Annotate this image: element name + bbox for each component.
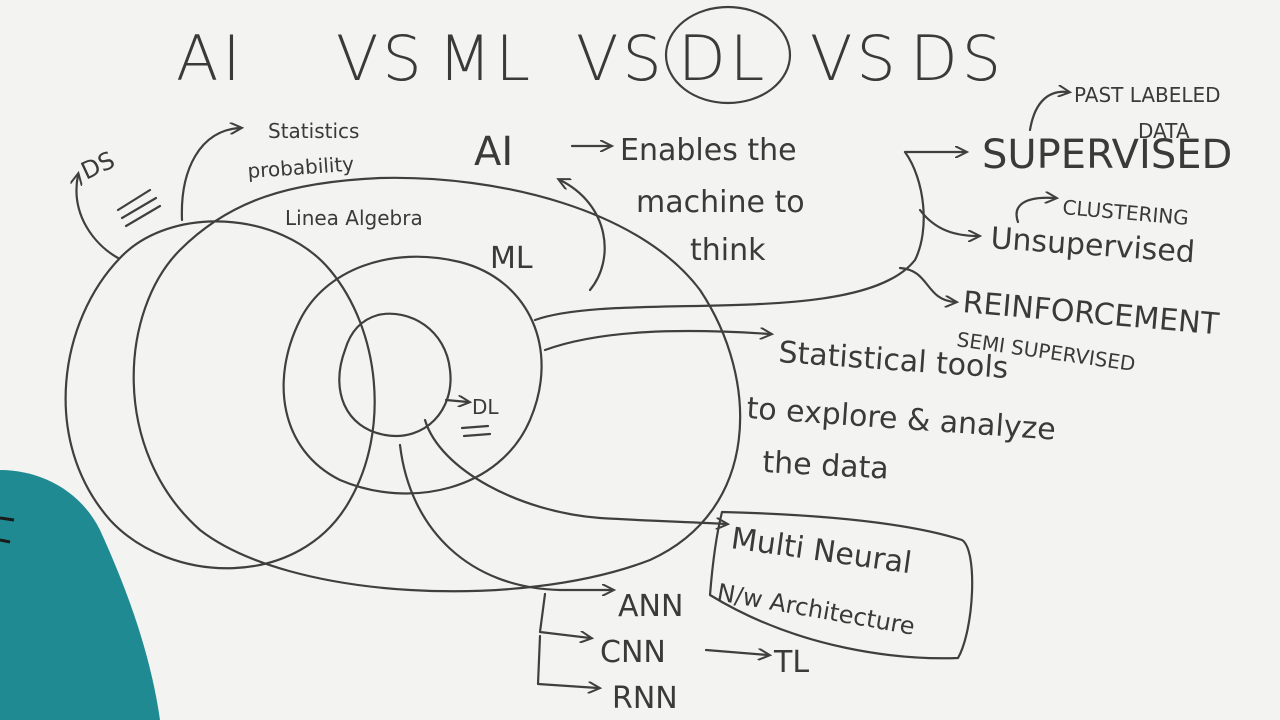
rnn-label: RNN bbox=[612, 681, 678, 716]
dl-types-arrow bbox=[398, 443, 612, 590]
ann-label: ANN bbox=[618, 589, 683, 624]
title-vs-2: VS bbox=[576, 22, 666, 95]
supervised-label: SUPERVISED bbox=[982, 132, 1232, 178]
rnn-arrow bbox=[536, 634, 598, 688]
ai-def-label: AI bbox=[474, 129, 513, 175]
ds-label: DS bbox=[77, 146, 119, 186]
past-labeled-label: PAST LABELED bbox=[1074, 83, 1221, 107]
dl-types: ANN CNN RNN TL bbox=[398, 443, 809, 716]
title-vs-3: VS bbox=[810, 22, 900, 95]
ds-arrow bbox=[76, 175, 120, 260]
unsupervised-label: Unsupervised bbox=[989, 221, 1196, 270]
cnn-label: CNN bbox=[600, 635, 666, 670]
title-dl: DL bbox=[678, 22, 768, 95]
reinforcement-arrow bbox=[898, 266, 955, 302]
whiteboard: AI VS ML VS DL VS DS DS Statistics proba… bbox=[0, 5, 1232, 720]
statistics-arrow bbox=[180, 128, 240, 222]
title-ai: AI bbox=[176, 22, 245, 95]
past-labeled-arrow bbox=[1028, 92, 1068, 132]
title-ml: ML bbox=[438, 22, 534, 95]
ml-label: ML bbox=[490, 241, 533, 276]
dl-circle bbox=[338, 312, 452, 438]
dl-label: DL bbox=[472, 395, 499, 419]
ai-def-think: think bbox=[690, 233, 766, 268]
ai-circle bbox=[132, 176, 742, 593]
statistics-label: Statistics bbox=[268, 119, 359, 143]
ds-def-line2: to explore & analyze bbox=[745, 391, 1056, 448]
ml-circle bbox=[282, 255, 543, 495]
ds-circle bbox=[64, 220, 376, 570]
ds-def-line3: the data bbox=[762, 445, 890, 487]
ds-definition: Statistical tools to explore & analyze t… bbox=[543, 331, 1057, 487]
tl-arrow bbox=[704, 650, 768, 655]
ds-def-arrow bbox=[543, 331, 770, 352]
unsupervised-arrow bbox=[918, 208, 978, 236]
dl-box-line2: N/w Architecture bbox=[715, 578, 917, 640]
cnn-arrow bbox=[538, 592, 590, 638]
probability-label: probability bbox=[247, 152, 355, 183]
title-vs-1: VS bbox=[336, 22, 426, 95]
presenter-shirt bbox=[0, 470, 160, 720]
title: AI VS ML VS DL VS DS bbox=[176, 5, 1005, 105]
clustering-arrow bbox=[1015, 198, 1055, 224]
tl-label: TL bbox=[773, 645, 809, 680]
clustering-label: CLUSTERING bbox=[1062, 195, 1190, 230]
dl-box-line1: Multi Neural bbox=[729, 521, 914, 581]
data-label: DATA bbox=[1138, 119, 1190, 143]
title-ds: DS bbox=[910, 22, 1005, 95]
ai-def-enables: Enables the bbox=[620, 133, 797, 168]
dl-arrow bbox=[444, 400, 468, 402]
dl-underline bbox=[460, 424, 492, 438]
linear-algebra-label: Linea Algebra bbox=[285, 206, 423, 230]
ml-to-ai-arrow bbox=[560, 180, 606, 292]
ds-underline bbox=[116, 188, 162, 228]
ai-def-machine: machine to bbox=[636, 185, 805, 220]
